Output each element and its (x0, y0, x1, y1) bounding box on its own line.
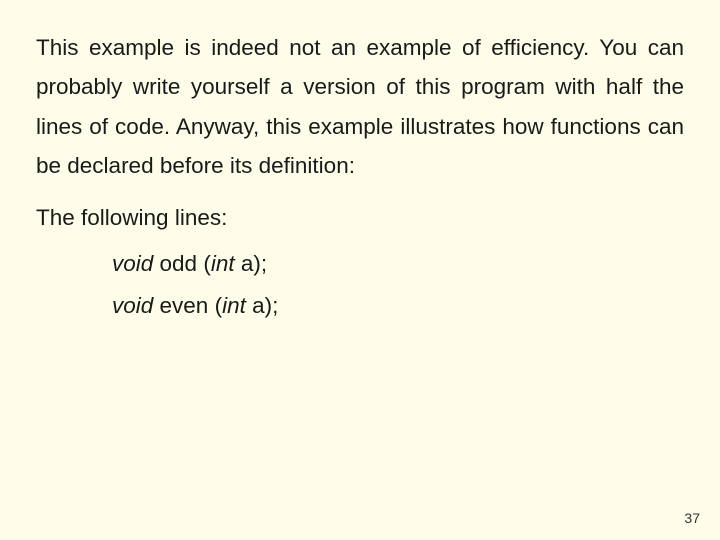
keyword-void: void (112, 293, 153, 318)
keyword-void: void (112, 251, 153, 276)
code-text: odd ( (153, 251, 211, 276)
keyword-int: int (222, 293, 246, 318)
code-line-even: void even (int a); (112, 288, 684, 324)
body-paragraph-2: The following lines: (36, 200, 684, 236)
code-line-odd: void odd (int a); (112, 246, 684, 282)
code-text: a); (235, 251, 268, 276)
slide: This example is indeed not an example of… (0, 0, 720, 540)
code-text: a); (246, 293, 279, 318)
page-number: 37 (684, 510, 700, 526)
code-text: even ( (153, 293, 222, 318)
keyword-int: int (211, 251, 235, 276)
body-paragraph-1: This example is indeed not an example of… (36, 28, 684, 186)
